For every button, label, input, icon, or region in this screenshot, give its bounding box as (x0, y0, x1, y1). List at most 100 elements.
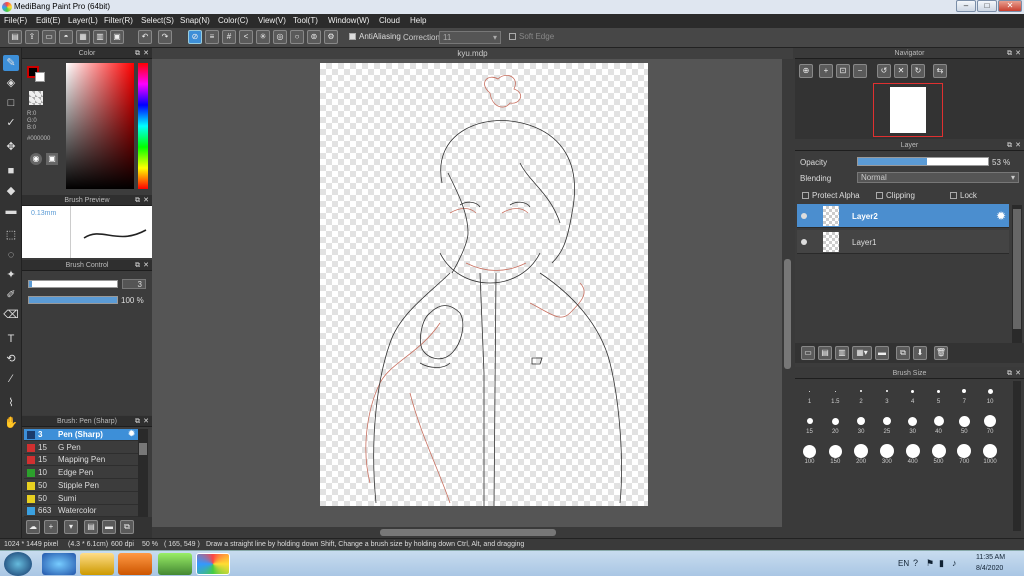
menu-select[interactable]: Select(S) (141, 16, 174, 25)
text-tool-icon[interactable]: T (3, 331, 19, 347)
brush-size-preset[interactable]: 100 (797, 443, 822, 466)
popout-icon[interactable]: ⧉ (1007, 140, 1012, 151)
brush-size-preset[interactable]: 200 (849, 443, 874, 466)
fit-window-icon[interactable]: ✕ (894, 64, 908, 78)
comment-icon[interactable]: ▭ (42, 30, 56, 44)
close-icon[interactable]: ✕ (1015, 140, 1021, 151)
new-folder-icon[interactable]: ▬ (875, 346, 889, 360)
curve-snap-icon[interactable]: ⊚ (307, 30, 321, 44)
gradient-tool-icon[interactable]: ▬ (3, 203, 19, 219)
vertical-scrollbar[interactable] (782, 59, 793, 527)
brush-folder-icon[interactable]: ▬ (102, 520, 116, 534)
brush-size-preset[interactable]: 10 (978, 383, 1003, 406)
popout-icon[interactable]: ⧉ (135, 260, 140, 271)
select-eraser-icon[interactable]: ⌫ (3, 307, 19, 323)
menu-edit[interactable]: Edit(E) (36, 16, 60, 25)
undo-icon[interactable]: ↶ (138, 30, 152, 44)
brush-size-preset[interactable]: 700 (952, 443, 977, 466)
close-icon[interactable]: ✕ (143, 260, 149, 271)
hue-slider[interactable] (138, 63, 148, 189)
help-tray-icon[interactable]: ? (913, 558, 918, 568)
redo-icon[interactable]: ↷ (158, 30, 172, 44)
brush-size-preset[interactable]: 1.5 (823, 383, 848, 406)
brush-size-preset[interactable]: 500 (926, 443, 951, 466)
magic-wand-icon[interactable]: ✦ (3, 267, 19, 283)
document-canvas[interactable] (320, 63, 648, 507)
brush-size-value[interactable]: 3 (122, 279, 146, 289)
transparent-swatch[interactable] (29, 91, 43, 105)
menu-color[interactable]: Color(C) (218, 16, 248, 25)
brush-size-preset[interactable]: 15 (797, 413, 822, 436)
hand-tool-icon[interactable]: ✋ (3, 415, 19, 431)
brush-list-item[interactable]: 663 Watercolor (24, 505, 138, 518)
brush-size-preset[interactable]: 4 (900, 383, 925, 406)
merge-down-icon[interactable]: ⬇ (913, 346, 927, 360)
close-icon[interactable]: ✕ (143, 416, 149, 427)
brush-size-preset[interactable]: 70 (978, 413, 1003, 436)
brush-list-item[interactable]: 50 Sumi (24, 493, 138, 505)
brush-size-preset[interactable]: 30 (849, 413, 874, 436)
select-pen-icon[interactable]: ✓ (3, 115, 19, 131)
add-brush-icon[interactable]: + (44, 520, 58, 534)
lock-checkbox[interactable]: Lock (950, 191, 977, 200)
menu-layer[interactable]: Layer(L) (68, 16, 98, 25)
navigator-viewport[interactable] (873, 83, 943, 137)
zoom-in-icon[interactable]: + (819, 64, 833, 78)
soft-edge-toggle[interactable]: Soft Edge (509, 32, 554, 41)
layer-settings-icon[interactable]: ✹ (996, 209, 1006, 223)
panel-icon[interactable]: ▦ (76, 30, 90, 44)
background-swatch[interactable] (35, 72, 45, 82)
new-layer-menu-icon[interactable]: ▦▾ (852, 346, 872, 360)
brush-list-scrollbar[interactable] (138, 429, 148, 519)
media-player-taskbar-icon[interactable] (118, 553, 152, 575)
close-button[interactable]: ✕ (998, 0, 1022, 12)
circle-snap-icon[interactable]: ○ (290, 30, 304, 44)
parallel-snap-icon[interactable]: ≡ (205, 30, 219, 44)
volume-tray-icon[interactable]: ♪ (952, 558, 957, 568)
brush-size-preset[interactable]: 150 (823, 443, 848, 466)
brush-size-preset[interactable]: 30 (900, 413, 925, 436)
close-icon[interactable]: ✕ (1015, 368, 1021, 379)
concentric-snap-icon[interactable]: ◎ (273, 30, 287, 44)
menu-file[interactable]: File(F) (4, 16, 27, 25)
clock-time[interactable]: 11:35 AM (976, 554, 1005, 561)
app-taskbar-icon[interactable] (158, 553, 192, 575)
bucket-tool-icon[interactable]: ◆ (3, 183, 19, 199)
duplicate-layer-icon[interactable]: ⧉ (896, 346, 910, 360)
brush-size-preset[interactable]: 1 (797, 383, 822, 406)
panel-divide-icon[interactable]: ⁄ (3, 371, 19, 387)
brush-size-preset[interactable]: 400 (900, 443, 925, 466)
eyedropper-icon[interactable]: ⌇ (3, 395, 19, 411)
brush-size-preset[interactable]: 300 (874, 443, 899, 466)
close-icon[interactable]: ✕ (1015, 48, 1021, 59)
popout-icon[interactable]: ⧉ (135, 48, 140, 59)
perspective-snap-icon[interactable]: < (239, 30, 253, 44)
brush-duplicate-icon[interactable]: ⧉ (120, 520, 134, 534)
layer-row-layer1[interactable]: Layer1 (797, 230, 1009, 254)
shape-tool-icon[interactable]: ■ (3, 163, 19, 179)
brush-list-item[interactable]: 50 Stipple Pen (24, 480, 138, 492)
menu-help[interactable]: Help (410, 16, 426, 25)
brush-list-item[interactable]: 10 Edge Pen (24, 467, 138, 480)
menu-tool[interactable]: Tool(T) (293, 16, 318, 25)
brush-properties-icon[interactable]: ▤ (84, 520, 98, 534)
blending-select[interactable]: Normal ▾ (857, 172, 1019, 183)
correction-select[interactable]: 11 ▾ (439, 31, 501, 44)
menu-window[interactable]: Window(W) (328, 16, 369, 25)
palette-icon[interactable]: ◉ (30, 153, 42, 165)
brush-size-preset[interactable]: 2 (849, 383, 874, 406)
brush-menu-icon[interactable]: ▾ (64, 520, 78, 534)
pen-tool-icon[interactable]: ✎ (3, 55, 19, 71)
menu-snap[interactable]: Snap(N) (180, 16, 210, 25)
popout-icon[interactable]: ⧉ (1007, 48, 1012, 59)
rotate-left-icon[interactable]: ↺ (877, 64, 891, 78)
explorer-taskbar-icon[interactable] (80, 553, 114, 575)
brush-size-scrollbar[interactable] (1013, 381, 1021, 531)
popout-icon[interactable]: ⧉ (135, 195, 140, 206)
brush-size-preset[interactable]: 7 (952, 383, 977, 406)
language-indicator[interactable]: EN (898, 559, 909, 568)
layer-row-layer2[interactable]: Layer2 ✹ (797, 204, 1009, 228)
rotate-right-icon[interactable]: ↻ (911, 64, 925, 78)
clock-date[interactable]: 8/4/2020 (976, 565, 1003, 572)
color-picker-icon[interactable]: ▣ (46, 153, 58, 165)
